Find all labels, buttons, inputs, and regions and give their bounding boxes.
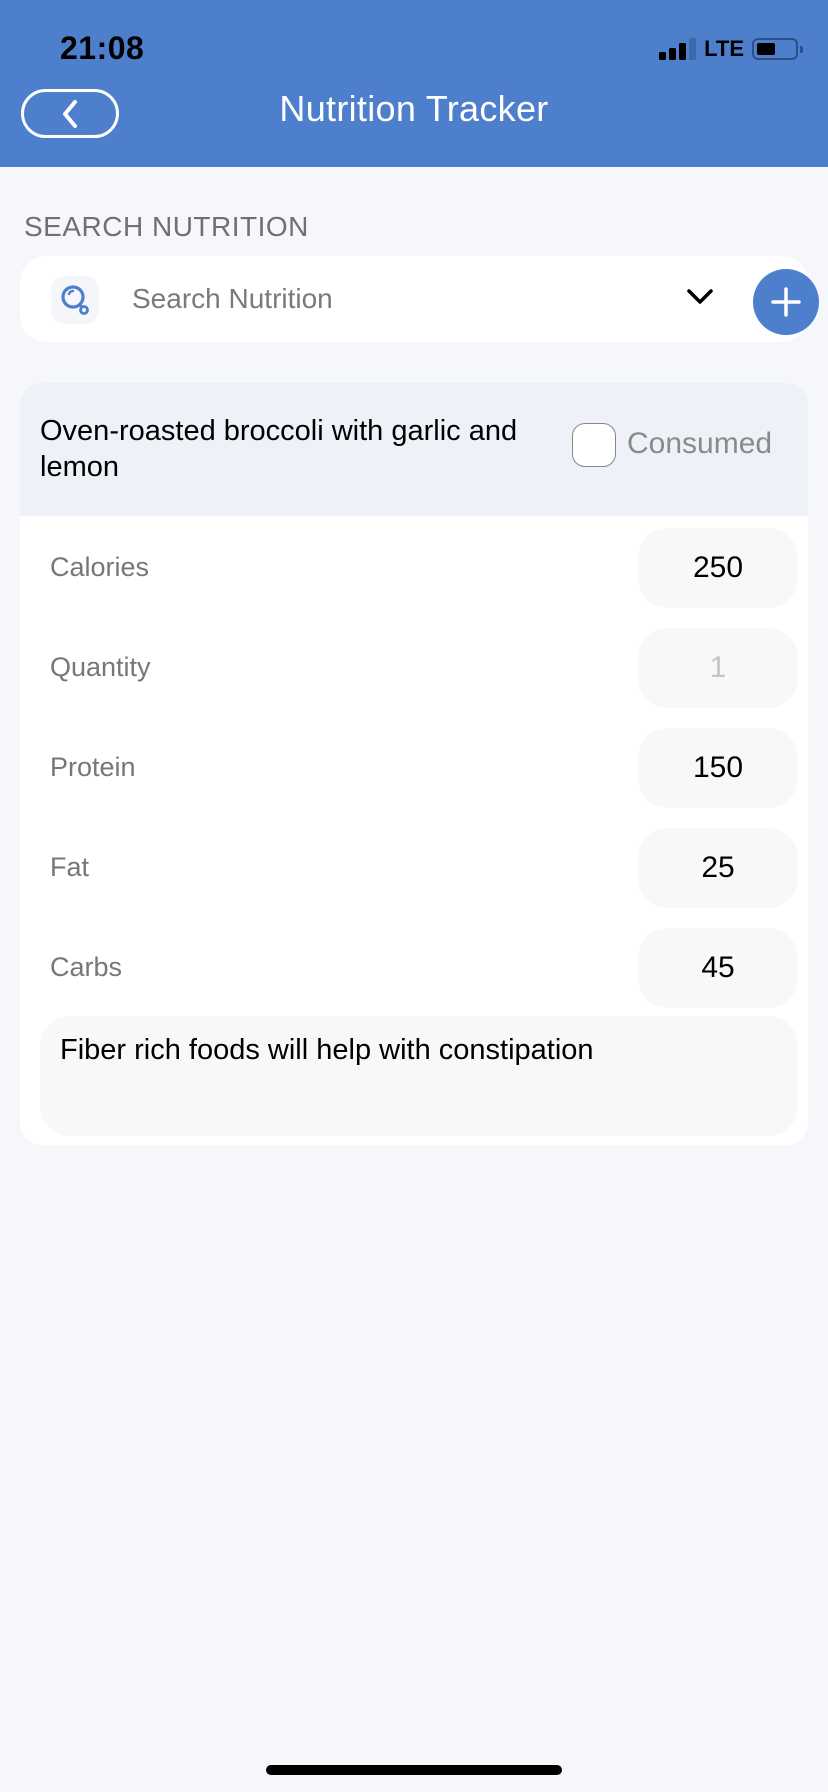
consumed-label[interactable]: Consumed — [627, 427, 772, 461]
field-row-quantity: Quantity 1 — [20, 628, 808, 708]
add-button[interactable] — [753, 269, 819, 335]
fat-input[interactable]: 25 — [638, 828, 798, 908]
search-input[interactable] — [132, 276, 672, 322]
search-icon-button[interactable] — [51, 276, 99, 324]
notes-textarea[interactable]: Fiber rich foods will help with constipa… — [40, 1016, 798, 1136]
field-label: Carbs — [50, 952, 123, 982]
search-box — [20, 256, 819, 342]
field-label: Protein — [50, 752, 136, 782]
dropdown-toggle[interactable] — [682, 282, 718, 312]
entry-header: Oven-roasted broccoli with garlic and le… — [20, 383, 808, 516]
battery-icon — [752, 38, 803, 60]
home-indicator[interactable] — [266, 1765, 562, 1775]
quantity-input[interactable]: 1 — [638, 628, 798, 708]
calories-input[interactable]: 250 — [638, 528, 798, 608]
carbs-input[interactable]: 45 — [638, 928, 798, 1008]
field-row-carbs: Carbs 45 — [20, 928, 808, 1008]
signal-icon — [659, 38, 697, 60]
nutrition-entry-card: Oven-roasted broccoli with garlic and le… — [20, 383, 808, 1145]
plus-icon — [771, 287, 801, 317]
field-label: Fat — [50, 852, 90, 882]
consumed-checkbox[interactable] — [572, 423, 616, 467]
protein-input[interactable]: 150 — [638, 728, 798, 808]
field-label: Calories — [50, 552, 150, 582]
field-row-calories: Calories 250 — [20, 528, 808, 608]
network-type: LTE — [704, 36, 744, 61]
search-icon — [61, 285, 89, 315]
status-indicators: LTE — [659, 36, 803, 62]
chevron-down-icon — [687, 289, 713, 304]
app-header: 21:08 LTE Nutrition Tracker — [0, 0, 828, 167]
page-title: Nutrition Tracker — [279, 88, 549, 129]
status-time: 21:08 — [60, 30, 145, 66]
field-row-fat: Fat 25 — [20, 828, 808, 908]
search-section-label: SEARCH NUTRITION — [24, 211, 309, 242]
food-title: Oven-roasted broccoli with garlic and le… — [40, 415, 518, 483]
field-label: Quantity — [50, 652, 151, 682]
field-row-protein: Protein 150 — [20, 728, 808, 808]
